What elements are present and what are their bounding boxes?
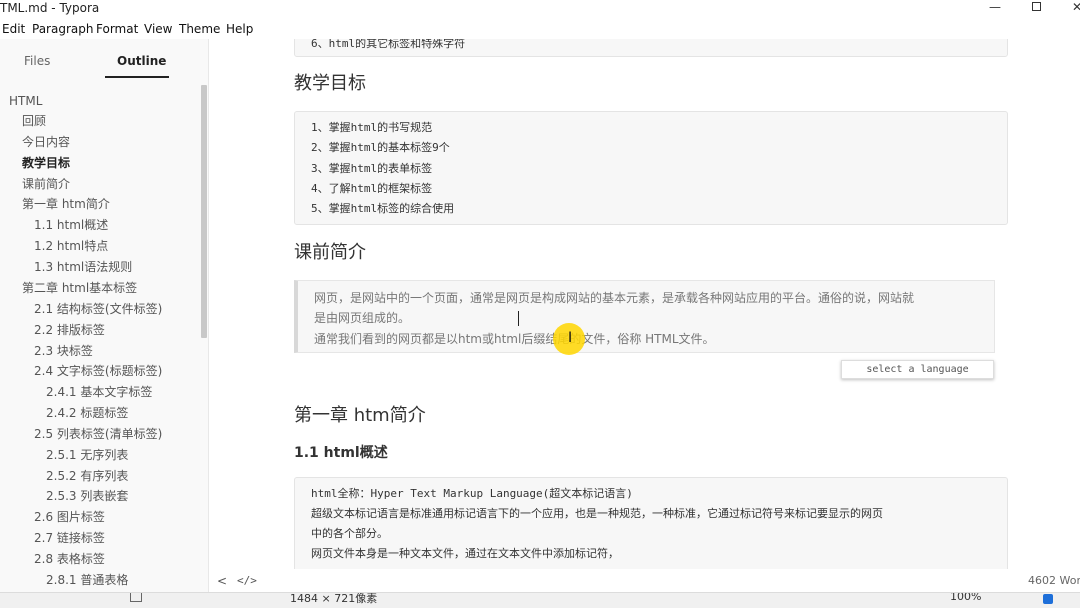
ibeam-cursor-icon: I <box>568 330 573 346</box>
code-line: 网页文件本身是一种文本文件，通过在文本文件中添加标记符， <box>311 547 619 560</box>
outline-item[interactable]: 第一章 htm简介 <box>22 196 110 212</box>
outline-item[interactable]: 2.6 图片标签 <box>34 509 105 525</box>
active-tab-indicator <box>105 76 169 78</box>
word-count[interactable]: 4602 Word <box>1028 573 1080 589</box>
outline-item[interactable]: 1.1 html概述 <box>34 217 108 233</box>
editor-footer: < </> 4602 Word <box>210 569 1080 592</box>
outline-item[interactable]: 课前简介 <box>22 176 70 192</box>
menu-bar: Edit Paragraph Format View Theme Help <box>0 19 1080 39</box>
outline-item[interactable]: 1.3 html语法规则 <box>34 259 132 275</box>
text-caret <box>518 311 519 326</box>
quote-line: 通常我们看到的网页都是以htm或html后缀结尾的文件，俗称 HTML文件。 <box>314 332 715 346</box>
outline-item[interactable]: HTML <box>9 93 42 109</box>
sidebar-scrollbar[interactable] <box>201 85 207 338</box>
code-line: 6、html的其它标签和特殊字符 <box>311 39 466 50</box>
outline-item[interactable]: 回顾 <box>22 113 46 129</box>
outline-item-active[interactable]: 教学目标 <box>22 155 70 171</box>
editor-pane[interactable]: 6、html的其它标签和特殊字符 教学目标 1、掌握html的书写规范 2、掌握… <box>210 39 1080 569</box>
maximize-icon <box>1031 2 1041 11</box>
code-block-top[interactable]: 6、html的其它标签和特殊字符 <box>294 39 1008 57</box>
outline-item[interactable]: 2.5.2 有序列表 <box>46 468 128 484</box>
code-line: 2、掌握html的基本标签9个 <box>311 141 450 154</box>
title-bar: TML.md - Typora — ✕ <box>0 0 1080 18</box>
outline-item[interactable]: 1.2 html特点 <box>34 238 108 254</box>
outline-item[interactable]: 2.5.3 列表嵌套 <box>46 488 128 504</box>
code-line: 5、掌握html标签的综合使用 <box>311 202 455 215</box>
code-line: 4、了解html的框架标签 <box>311 182 433 195</box>
language-select[interactable]: select a language <box>841 360 994 379</box>
menu-paragraph[interactable]: Paragraph <box>32 21 93 37</box>
host-status-bar: 1484 × 721像素 100% <box>0 592 1080 608</box>
code-line: html全称：Hyper Text Markup Language(超文本标记语… <box>311 487 633 500</box>
code-line: 中的各个部分。 <box>311 527 388 540</box>
window-title: TML.md - Typora <box>0 1 100 15</box>
heading-section-1-1: 1.1 html概述 <box>294 445 388 461</box>
outline-item[interactable]: 2.5 列表标签(清单标签) <box>34 426 162 442</box>
outline-item[interactable]: 2.7 链接标签 <box>34 530 105 546</box>
menu-help[interactable]: Help <box>226 21 253 37</box>
outline-item[interactable]: 2.8.1 普通表格 <box>46 572 128 588</box>
menu-format[interactable]: Format <box>96 21 138 37</box>
zoom-level: 100% <box>950 592 982 603</box>
image-dimensions: 1484 × 721像素 <box>290 592 378 605</box>
menu-view[interactable]: View <box>144 21 172 37</box>
quote-line: 是由网页组成的。 <box>314 311 411 325</box>
heading-intro: 课前简介 <box>294 242 366 263</box>
code-line: 超级文本标记语言是标准通用标记语言下的一个应用，也是一种规范，一种标准，它通过标… <box>311 507 883 520</box>
outline-item[interactable]: 2.3 块标签 <box>34 343 93 359</box>
code-line: 1、掌握html的书写规范 <box>311 121 433 134</box>
back-icon[interactable]: < <box>217 573 227 589</box>
intro-blockquote[interactable]: 网页，是网站中的一个页面，通常是网页是构成网站的基本元素，是承载各种网站应用的平… <box>294 280 995 355</box>
code-block-goals[interactable]: 1、掌握html的书写规范 2、掌握html的基本标签9个 3、掌握html的表… <box>294 111 1008 225</box>
code-line: 3、掌握html的表单标签 <box>311 162 433 175</box>
zoom-slider[interactable] <box>1043 594 1053 604</box>
outline-item[interactable]: 2.1 结构标签(文件标签) <box>34 301 162 317</box>
sidebar: Files Outline HTML 回顾 今日内容 教学目标 课前简介 第一章… <box>0 39 209 592</box>
close-button[interactable]: ✕ <box>1055 0 1080 16</box>
tab-files[interactable]: Files <box>24 53 50 69</box>
source-code-icon[interactable]: </> <box>237 573 257 589</box>
image-icon <box>130 593 142 602</box>
maximize-button[interactable] <box>1014 0 1058 16</box>
menu-theme[interactable]: Theme <box>179 21 220 37</box>
code-block-overview[interactable]: html全称：Hyper Text Markup Language(超文本标记语… <box>294 477 1008 569</box>
menu-edit[interactable]: Edit <box>2 21 25 37</box>
minimize-button[interactable]: — <box>973 0 1017 16</box>
outline-item[interactable]: 今日内容 <box>22 134 70 150</box>
outline-item[interactable]: 2.8 表格标签 <box>34 551 105 567</box>
outline-item[interactable]: 第二章 html基本标签 <box>22 280 137 296</box>
quote-line: 网页，是网站中的一个页面，通常是网页是构成网站的基本元素，是承载各种网站应用的平… <box>314 291 915 305</box>
outline-item[interactable]: 2.5.1 无序列表 <box>46 447 128 463</box>
outline-item[interactable]: 2.4.2 标题标签 <box>46 405 128 421</box>
heading-goals: 教学目标 <box>294 73 366 94</box>
tab-outline[interactable]: Outline <box>117 53 166 69</box>
outline-item[interactable]: 2.4.1 基本文字标签 <box>46 384 152 400</box>
outline-item[interactable]: 2.2 排版标签 <box>34 322 105 338</box>
outline-item[interactable]: 2.4 文字标签(标题标签) <box>34 363 162 379</box>
heading-chapter1: 第一章 htm简介 <box>294 405 426 426</box>
